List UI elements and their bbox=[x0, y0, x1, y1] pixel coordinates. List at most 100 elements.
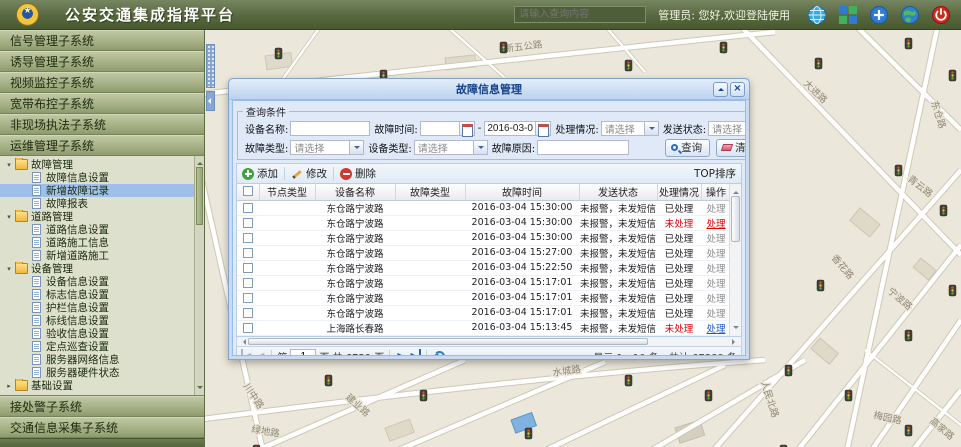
collapse-node-icon[interactable]: ▾ bbox=[3, 265, 15, 273]
tree-scrollbar[interactable] bbox=[194, 156, 204, 395]
tree-node[interactable]: 设备信息设置 bbox=[0, 275, 194, 288]
scroll-left-arrow-icon[interactable] bbox=[240, 339, 246, 345]
tree-node[interactable]: 故障报表 bbox=[0, 197, 194, 210]
dialog-close-icon[interactable]: × bbox=[730, 82, 745, 97]
delete-button[interactable]: 删除 bbox=[340, 166, 376, 181]
device-name-input[interactable] bbox=[290, 121, 370, 136]
table-row[interactable]: 东仓路宁波路2016-03-04 15:30:00未报警，未发短信已处理处理 bbox=[237, 230, 731, 245]
tree-node[interactable]: 新增道路施工 bbox=[0, 249, 194, 262]
table-row[interactable]: 东仓路宁波路2016-03-04 15:17:01未报警，未发短信已处理处理 bbox=[237, 305, 731, 320]
query-button[interactable]: 查询 bbox=[665, 139, 710, 157]
traffic-signal-icon[interactable] bbox=[895, 165, 902, 176]
traffic-signal-icon[interactable] bbox=[905, 425, 912, 436]
row-checkbox[interactable] bbox=[243, 263, 253, 273]
traffic-signal-icon[interactable] bbox=[785, 365, 792, 376]
row-checkbox[interactable] bbox=[243, 203, 253, 213]
calendar-icon[interactable] bbox=[460, 121, 475, 136]
operation-link[interactable]: 处理 bbox=[701, 245, 731, 260]
traffic-signal-icon[interactable] bbox=[905, 330, 912, 341]
earth-icon[interactable] bbox=[900, 5, 920, 25]
traffic-signal-icon[interactable] bbox=[625, 60, 632, 71]
traffic-signal-icon[interactable] bbox=[625, 375, 632, 386]
tree-node[interactable]: ▾故障管理 bbox=[0, 158, 194, 171]
calendar-icon[interactable] bbox=[536, 121, 551, 136]
traffic-signal-icon[interactable] bbox=[905, 38, 912, 49]
globe-icon[interactable] bbox=[807, 5, 827, 25]
row-checkbox[interactable] bbox=[243, 248, 253, 258]
horizontal-scrollbar[interactable] bbox=[236, 337, 742, 347]
tree-node[interactable]: 故障信息设置 bbox=[0, 171, 194, 184]
scroll-down-arrow-icon[interactable] bbox=[733, 326, 739, 332]
tree-node[interactable]: 标志信息设置 bbox=[0, 288, 194, 301]
traffic-signal-icon[interactable] bbox=[525, 428, 532, 439]
fault-reason-input[interactable] bbox=[537, 140, 629, 155]
tree-node[interactable]: 道路施工信息 bbox=[0, 236, 194, 249]
fault-time-from-input[interactable] bbox=[420, 121, 460, 136]
collapse-left-arrow-icon[interactable] bbox=[206, 91, 215, 111]
column-header[interactable]: 节点类型 bbox=[259, 184, 315, 200]
traffic-signal-icon[interactable] bbox=[325, 375, 332, 386]
table-row[interactable]: 东仓路宁波路2016-03-04 15:27:00未报警，未发短信已处理处理 bbox=[237, 245, 731, 260]
page-number-input[interactable] bbox=[290, 349, 316, 356]
next-page-button[interactable]: ▶ bbox=[395, 349, 405, 356]
column-header[interactable]: 操作 bbox=[701, 184, 731, 200]
header-search-input[interactable] bbox=[514, 6, 646, 23]
vertical-scrollbar-thumb[interactable] bbox=[731, 196, 740, 242]
add-button[interactable]: 添加 bbox=[242, 166, 278, 181]
tree-node[interactable]: ▾道路管理 bbox=[0, 210, 194, 223]
operation-link[interactable]: 处理 bbox=[701, 200, 731, 215]
traffic-signal-icon[interactable] bbox=[500, 42, 507, 53]
tree-node[interactable]: 道路信息设置 bbox=[0, 223, 194, 236]
grid-apps-icon[interactable] bbox=[838, 5, 858, 25]
operation-link[interactable]: 处理 bbox=[701, 260, 731, 275]
row-checkbox[interactable] bbox=[243, 323, 253, 333]
traffic-signal-icon[interactable] bbox=[815, 58, 822, 69]
traffic-signal-icon[interactable] bbox=[817, 280, 824, 291]
device-type-select[interactable]: 请选择 bbox=[414, 140, 488, 155]
tree-scrollbar-thumb[interactable] bbox=[196, 167, 203, 225]
tree-node[interactable]: 护栏信息设置 bbox=[0, 301, 194, 314]
fault-type-select[interactable]: 请选择 bbox=[290, 140, 364, 155]
dialog-collapse-icon[interactable] bbox=[713, 82, 728, 97]
traffic-signal-icon[interactable] bbox=[275, 48, 282, 59]
collapse-node-icon[interactable]: ▾ bbox=[3, 213, 15, 221]
collapse-node-icon[interactable]: ▾ bbox=[3, 161, 15, 169]
traffic-signal-icon[interactable] bbox=[420, 390, 427, 401]
operation-link[interactable]: 处理 bbox=[701, 305, 731, 320]
traffic-signal-icon[interactable] bbox=[705, 390, 712, 401]
column-header[interactable]: 故障时间 bbox=[465, 184, 579, 200]
tree-node[interactable]: 新增故障记录 bbox=[0, 184, 194, 197]
sidebar-menu-item[interactable]: 运维管理子系统 bbox=[0, 135, 204, 156]
scroll-up-arrow-icon[interactable] bbox=[733, 188, 739, 194]
dialog-title-bar[interactable]: 故障信息管理 × bbox=[229, 79, 749, 100]
vertical-scrollbar[interactable] bbox=[729, 184, 741, 336]
select-all-checkbox[interactable] bbox=[243, 186, 253, 196]
sidebar-menu-item[interactable]: 宽带布控子系统 bbox=[0, 93, 204, 114]
expand-node-icon[interactable]: ▸ bbox=[3, 382, 15, 390]
table-row[interactable]: 东仓路宁波路2016-03-04 15:30:00未报警，未发短信已处理处理 bbox=[237, 200, 731, 215]
traffic-signal-icon[interactable] bbox=[845, 390, 852, 401]
sidebar-menu-item[interactable]: 诱导管理子系统 bbox=[0, 51, 204, 72]
first-page-button[interactable]: ◀ bbox=[241, 349, 253, 356]
scroll-up-arrow-icon[interactable] bbox=[197, 159, 203, 165]
send-status-select[interactable]: 请选择 bbox=[708, 121, 746, 136]
last-page-button[interactable]: ▶ bbox=[408, 349, 420, 356]
panel-drag-handle[interactable] bbox=[206, 44, 215, 88]
tree-node[interactable]: 服务器硬件状态 bbox=[0, 366, 194, 379]
sidebar-menu-item[interactable]: 接处警子系统 bbox=[0, 396, 204, 417]
row-checkbox[interactable] bbox=[243, 218, 253, 228]
tree-node[interactable]: ▸基础设置 bbox=[0, 379, 194, 392]
table-row[interactable]: 上海路长春路2016-03-04 15:13:45未报警，未发短信未处理处理 bbox=[237, 320, 731, 335]
column-header[interactable]: 发送状态 bbox=[579, 184, 657, 200]
traffic-signal-icon[interactable] bbox=[949, 285, 956, 296]
column-header[interactable]: 设备名称 bbox=[315, 184, 395, 200]
operation-link[interactable]: 处理 bbox=[701, 230, 731, 245]
traffic-signal-icon[interactable] bbox=[720, 42, 727, 53]
operation-link[interactable]: 处理 bbox=[701, 320, 731, 335]
sidebar-menu-item[interactable]: 信号管理子系统 bbox=[0, 30, 204, 51]
row-checkbox[interactable] bbox=[243, 233, 253, 243]
scroll-down-arrow-icon[interactable] bbox=[197, 386, 203, 392]
top-sort-button[interactable]: TOP排序 bbox=[694, 166, 736, 181]
operation-link[interactable]: 处理 bbox=[701, 215, 731, 230]
refresh-icon[interactable] bbox=[434, 351, 445, 357]
